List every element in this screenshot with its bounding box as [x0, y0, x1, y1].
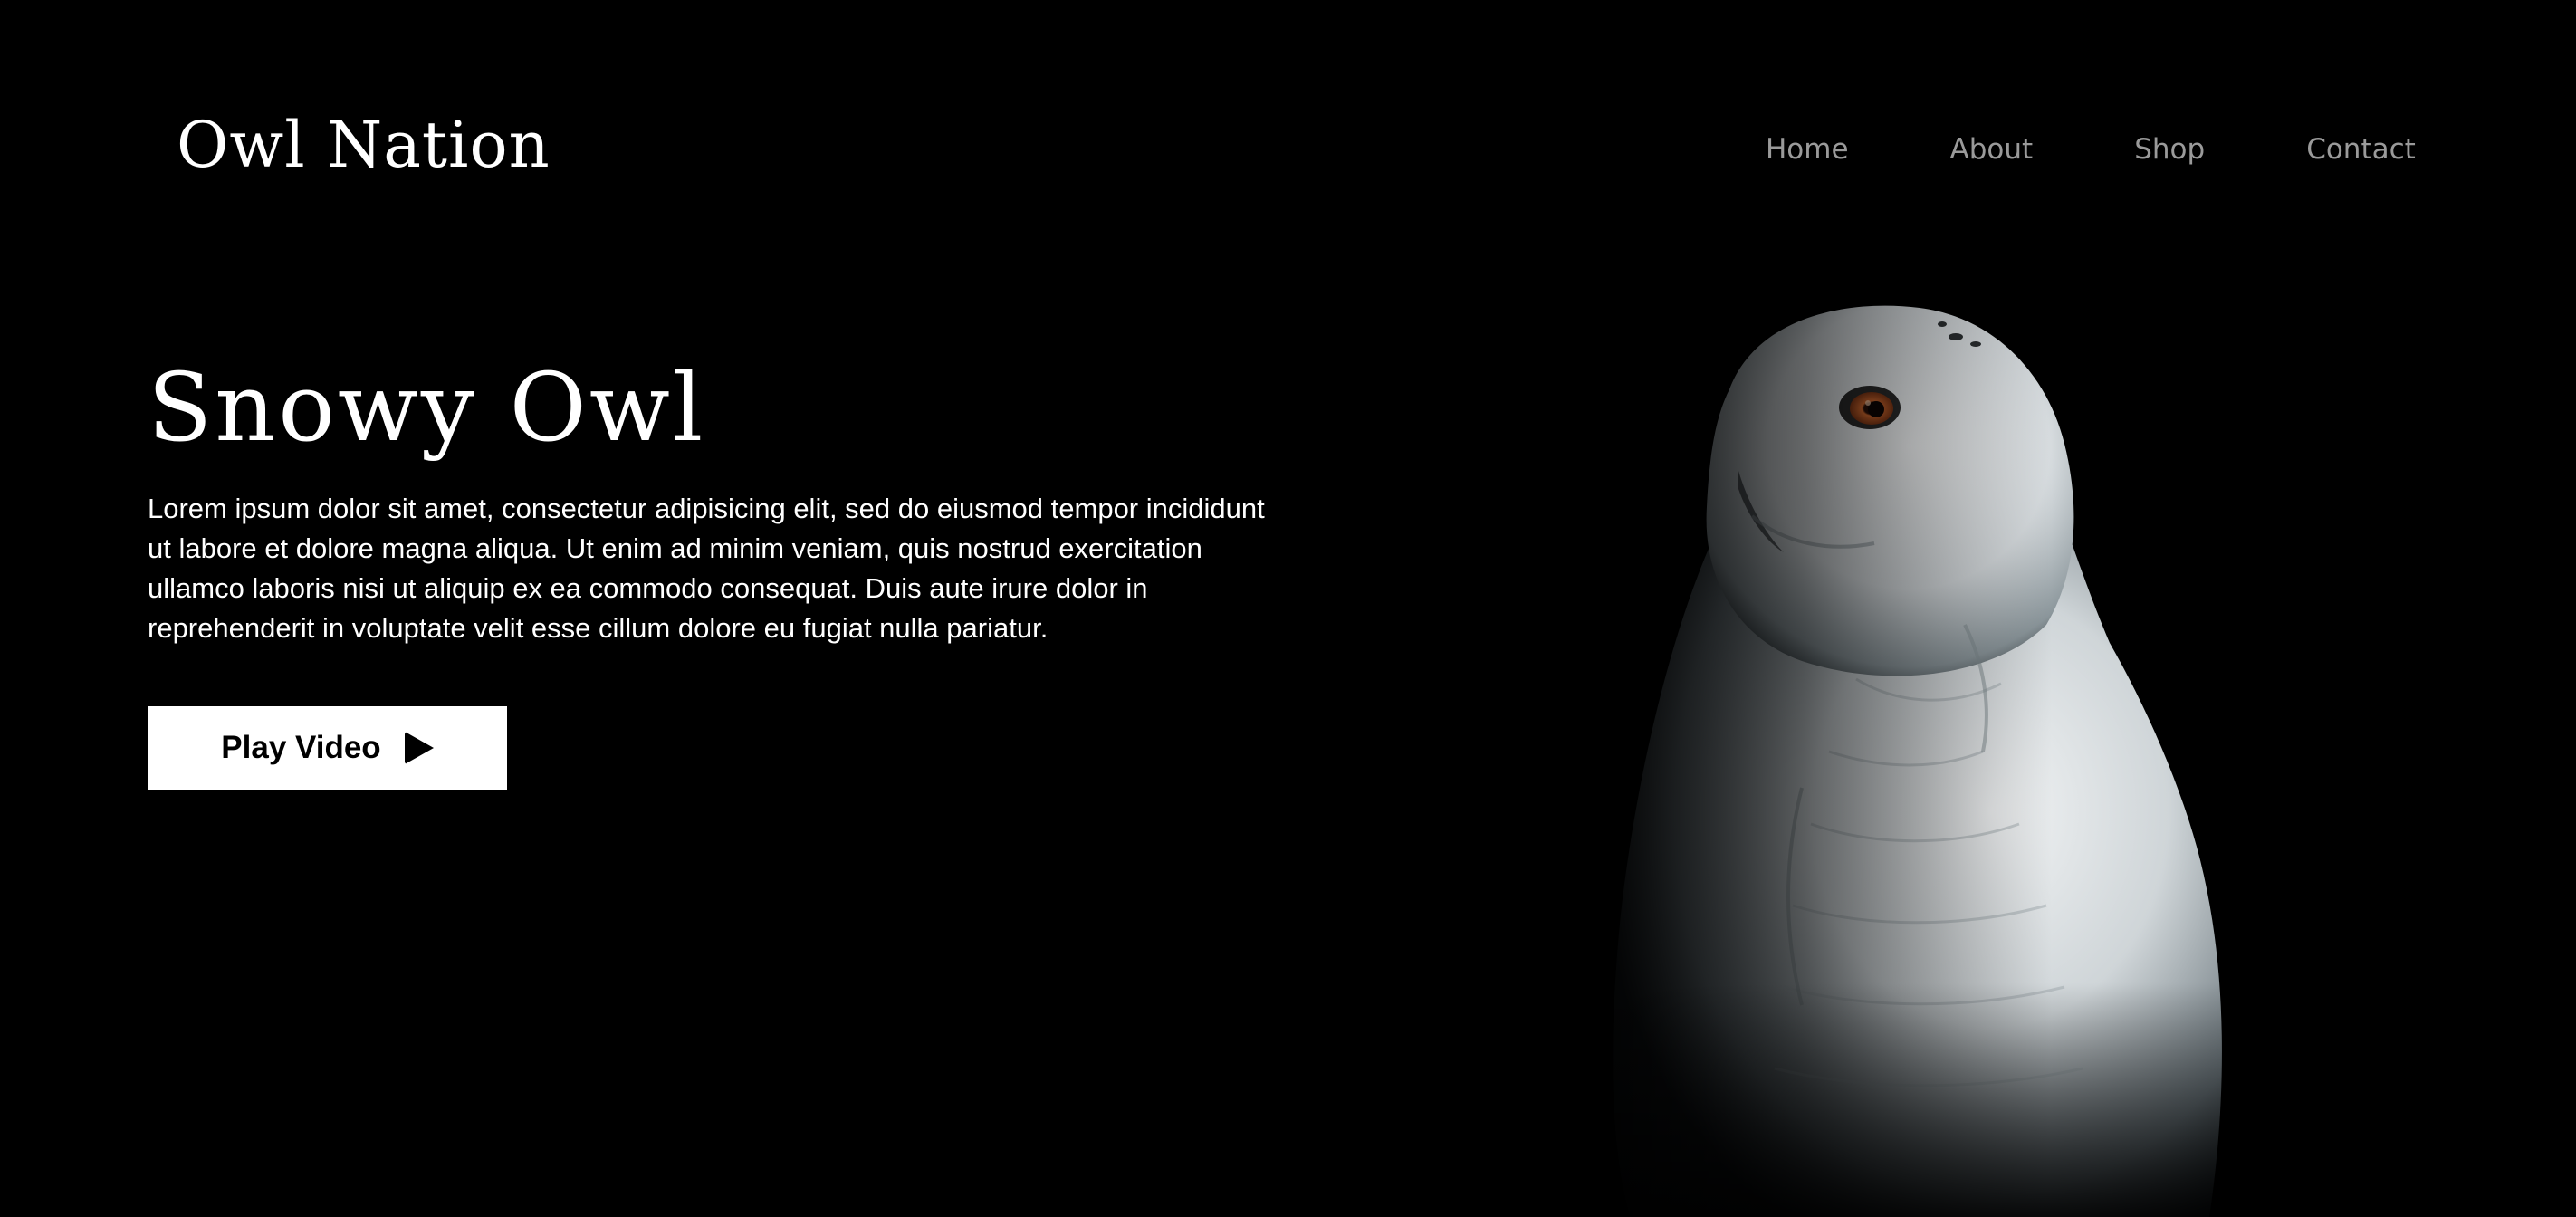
nav-link-home[interactable]: Home [1766, 127, 1849, 172]
main-nav: Home About Shop Contact [1766, 127, 2416, 172]
hero-description: Lorem ipsum dolor sit amet, consectetur … [148, 493, 1265, 644]
hero-title: Snowy Owl [148, 352, 706, 463]
owl-image [1557, 281, 2264, 1217]
play-video-label: Play Video [221, 730, 381, 765]
site-logo[interactable]: Owl Nation [177, 101, 551, 188]
nav-link-about[interactable]: About [1950, 127, 2034, 172]
page: Owl Nation Home About Shop Contact Snowy… [0, 0, 2576, 1217]
nav-link-contact[interactable]: Contact [2306, 127, 2416, 172]
play-icon [404, 732, 434, 764]
nav-link-shop[interactable]: Shop [2134, 127, 2205, 172]
snowy-owl-photo [1557, 281, 2264, 1217]
play-video-button[interactable]: Play Video [148, 706, 507, 790]
